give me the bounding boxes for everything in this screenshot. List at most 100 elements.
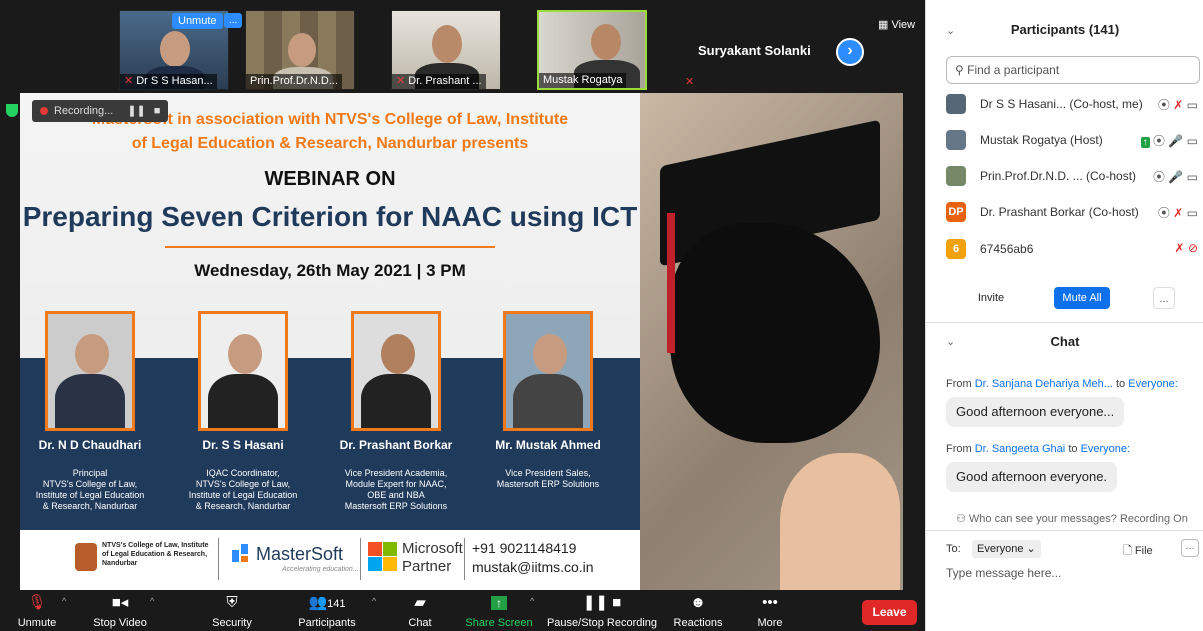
mic-muted-icon: ✗ [1174,241,1185,255]
stop-icon[interactable]: ■ [154,105,161,117]
caret-up-icon[interactable]: ^ [530,596,534,606]
recording-icon: ⦿ [1157,98,1170,112]
microsoft-label: Microsoft [402,540,463,557]
microsoft-logo-icon [368,542,398,572]
mic-muted-icon: ✕ [396,75,406,87]
caret-up-icon[interactable]: ^ [150,596,154,606]
chat-sender-line: From Dr. Sangeeta Ghai to Everyone: [946,443,1131,455]
mastersoft-tagline: Accelerating education... [282,566,359,573]
video-thumbnail[interactable]: ✕ Dr. Prashant ... [391,10,501,90]
shared-screen: Recording... ❚❚ ■ Mastersoft in associatio… [20,93,903,590]
logo-square [383,542,397,556]
thumbnail-name: Prin.Prof.Dr.N.D... [246,74,343,89]
mute-all-button[interactable]: Mute All [1054,287,1110,309]
caret-up-icon[interactable]: ^ [372,596,376,606]
participant-row[interactable]: Mustak Rogatya (Host) ↑ ⦿ 🎤 ▭ [946,128,1203,154]
caret-up-icon[interactable]: ^ [62,596,66,606]
share-screen-icon: ↑ [1140,137,1150,148]
more-button[interactable]: ••• More [730,592,810,629]
meeting-toolbar: 🎙 Unmute ^ ■◂ Stop Video ^ ⛨ Security 👥141 P… [0,590,925,631]
participant-row[interactable]: 6 67456ab6 ✗ ⊘ [946,237,1203,263]
participant-search-input[interactable]: ⚲ Find a participant [946,56,1200,84]
partner-label: Partner [402,558,452,575]
participant-status-icons: ↑ ⦿ 🎤 ▭ [1140,132,1198,149]
recording-indicator[interactable]: Recording... ❚❚ ■ [32,100,169,122]
thumbnail-name: Mustak Rogatya [539,73,627,88]
file-icon: 🗋 [1123,545,1135,557]
leave-button[interactable]: Leave [862,600,917,625]
people-icon: ⚇ [956,513,969,525]
pause-stop-recording-button[interactable]: ❚❚ ■ Pause/Stop Recording [543,592,661,629]
poster-footer: NTVS's College of Law, Institute of Lega… [20,530,640,590]
poster-organizer-line-2: of Legal Education & Research, Nandurbar… [131,135,529,152]
video-thumbnail-active[interactable]: Mustak Rogatya [537,10,647,90]
speaker-body [361,374,431,428]
chevron-right-icon: › [847,42,853,59]
speaker-description: Vice President Academia, Module Expert f… [344,468,448,511]
invite-button[interactable]: Invite [973,287,1009,309]
participant-name: 67456ab6 [980,242,1034,256]
participant-row[interactable]: DP Dr. Prashant Borkar (Co-host) ⦿ ✗ ▭ [946,200,1203,226]
mic-muted-icon: ✗ [1173,98,1184,112]
contact-email: mustak@iitms.co.in [472,559,594,575]
video-off-icon: ⊘ [1187,241,1198,255]
participant-name: Mustak Rogatya (Host) [980,133,1103,147]
contact-phone: +91 9021148419 [472,540,577,556]
footer-divider [218,538,219,580]
speaker-face [75,334,109,374]
stop-video-button[interactable]: ■◂ Stop Video [80,592,160,629]
speaker-face [381,334,415,374]
thumbnail-name: ✕ Dr S S Hasan... [120,74,217,89]
chat-button[interactable]: ▰ Chat [380,592,460,629]
unmute-popup-button[interactable]: Unmute [172,13,223,29]
encryption-shield-icon [6,104,18,117]
next-page-button[interactable]: › [836,38,864,66]
college-name: NTVS's College of Law, Institute of Lega… [102,542,209,567]
poster-title: Preparing Seven Criterion for NAAC using… [22,201,638,232]
video-icon: ▭ [1186,206,1198,220]
participants-button[interactable]: 👥141 Participants [287,592,367,629]
participant-status-icons: ✗ ⊘ [1175,241,1198,255]
who-can-see-link[interactable]: ⚇ Who can see your messages? Recording O… [956,512,1188,525]
participant-row[interactable]: Prin.Prof.Dr.N.D. ... (Co-host) ⦿ 🎤 ▭ [946,164,1203,190]
speaker-photo [198,311,288,431]
chat-more-button[interactable]: ··· [1181,539,1199,557]
chevron-down-icon: ⌄ [1026,543,1036,555]
reactions-button[interactable]: ☻ Reactions [658,592,738,629]
webinar-poster: Mastersoft in association with NTVS's Co… [20,93,640,590]
recording-dot-icon [40,107,48,116]
file-button[interactable]: 🗋 File [1123,542,1153,561]
chat-sender[interactable]: Dr. Sanjana Dehariya Meh... [975,378,1113,390]
speaker-description: Vice President Sales, Mastersoft ERP Sol… [496,468,600,489]
participant-face [288,33,316,67]
thumbnail-more-button[interactable]: ... [224,13,243,28]
participant-name: Dr S S Hasani... (Co-host, me) [980,97,1143,111]
grid-icon: ▦ [878,19,892,31]
mastersoft-logo-icon [232,544,248,562]
mic-icon: 🎤 [1168,170,1184,184]
pause-icon[interactable]: ❚❚ [127,105,145,117]
video-thumbnail[interactable]: Prin.Prof.Dr.N.D... [245,10,355,90]
security-button[interactable]: ⛨ Security [192,592,272,629]
share-screen-button[interactable]: ↑ Share Screen [459,592,539,629]
speaker-description: Principal NTVS's College of Law, Institu… [35,468,145,511]
participant-status-icons: ⦿ ✗ ▭ [1158,204,1198,221]
chat-message-input[interactable]: Type message here... [946,566,1061,580]
speaker-body [55,374,125,428]
shield-icon: ⛨ [226,594,238,611]
participant-face [432,25,462,63]
speaker-photo [503,311,593,431]
view-button[interactable]: ▦ View [878,18,915,31]
participant-status-icons: ⦿ 🎤 ▭ [1153,168,1198,185]
participant-row[interactable]: Dr S S Hasani... (Co-host, me) ⦿ ✗ ▭ [946,92,1203,118]
chat-sender[interactable]: Dr. Sangeeta Ghai [975,443,1066,455]
chat-header: Chat [1050,334,1080,349]
recipient-select[interactable]: Everyone ⌄ [972,540,1041,558]
speaker-face [533,334,567,374]
college-logo-icon [75,543,97,571]
participants-more-button[interactable]: ... [1153,287,1175,309]
to-label: To: [946,543,961,555]
chat-recipient[interactable]: Everyone: [1128,378,1178,390]
chat-recipient[interactable]: Everyone: [1081,443,1131,455]
logo-square [368,542,382,556]
